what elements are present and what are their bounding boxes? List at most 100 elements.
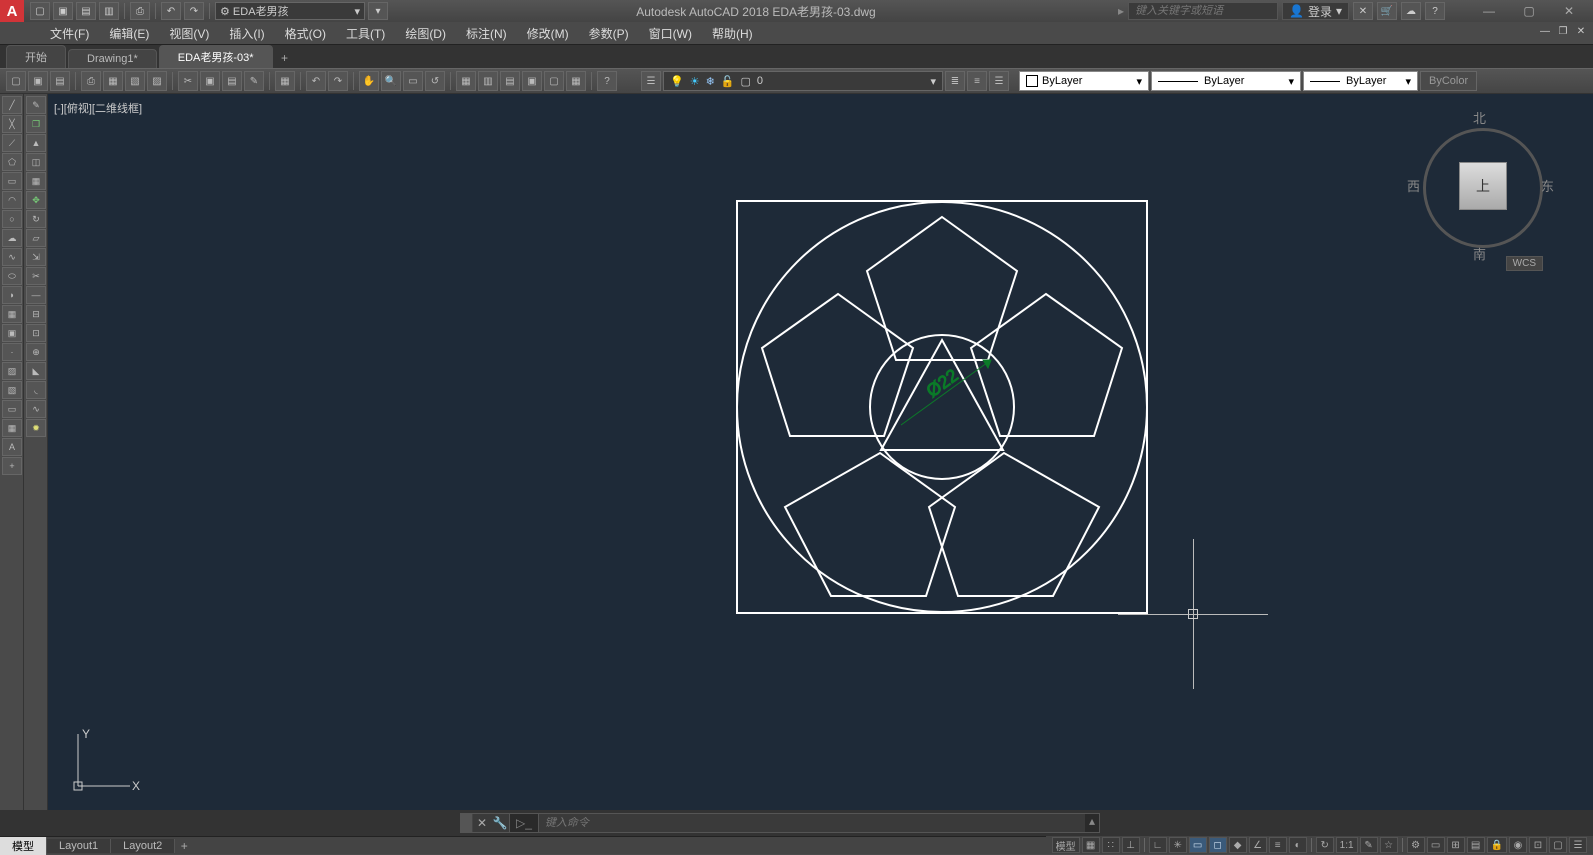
workspace-select[interactable]: ⚙ EDA老男孩▾ [215, 2, 365, 20]
polyline-icon[interactable]: ⟋ [2, 134, 22, 152]
open-icon[interactable]: ▣ [53, 2, 73, 20]
scale-icon[interactable]: ▱ [26, 229, 46, 247]
command-input[interactable] [539, 817, 1085, 829]
ellipsearc-icon[interactable]: ◗ [2, 286, 22, 304]
menu-view[interactable]: 视图(V) [159, 23, 219, 44]
polygon-icon[interactable]: ⬠ [2, 153, 22, 171]
erase-icon[interactable]: ✎ [26, 96, 46, 114]
region-icon[interactable]: ▭ [2, 400, 22, 418]
doc-restore-button[interactable]: ❐ [1555, 26, 1571, 40]
insert-icon[interactable]: ▦ [2, 305, 22, 323]
point-icon[interactable]: · [2, 343, 22, 361]
line-icon[interactable]: ╱ [2, 96, 22, 114]
block-icon[interactable]: ▣ [2, 324, 22, 342]
fillet-icon[interactable]: ◟ [26, 381, 46, 399]
status-annotation-icon[interactable]: ✎ [1360, 837, 1378, 853]
color-select[interactable]: ByLayer▾ [1019, 71, 1149, 91]
explode-icon[interactable]: ✹ [26, 419, 46, 437]
mtext-icon[interactable]: A [2, 438, 22, 456]
menu-draw[interactable]: 绘图(D) [395, 23, 456, 44]
properties-icon[interactable]: ▦ [456, 71, 476, 91]
cmd-close-icon[interactable]: ✕ [473, 816, 491, 830]
status-hardware-icon[interactable]: ⊡ [1529, 837, 1547, 853]
help-icon[interactable]: ? [1425, 2, 1445, 20]
layer-iso-icon[interactable]: ☰ [989, 71, 1009, 91]
preview-icon[interactable]: ▦ [103, 71, 123, 91]
status-units-icon[interactable]: ⊞ [1447, 837, 1465, 853]
status-isodraft-icon[interactable]: ▭ [1189, 837, 1207, 853]
cart-icon[interactable]: 🛒 [1377, 2, 1397, 20]
menu-modify[interactable]: 修改(M) [517, 23, 579, 44]
login-button[interactable]: 👤 登录 ▾ [1282, 2, 1349, 20]
redo-icon[interactable]: ↷ [184, 2, 204, 20]
maximize-button[interactable]: ▢ [1509, 0, 1549, 22]
layer-prev-icon[interactable]: ≣ [945, 71, 965, 91]
viewcube-top[interactable]: 上 [1459, 162, 1507, 210]
cmd-handle[interactable] [461, 814, 473, 832]
status-model[interactable]: 模型 [1052, 837, 1080, 853]
status-cycle-icon[interactable]: ↻ [1316, 837, 1334, 853]
rectangle-icon[interactable]: ▭ [2, 172, 22, 190]
doc-close-button[interactable]: ✕ [1573, 26, 1589, 40]
status-monitor-icon[interactable]: ▭ [1427, 837, 1445, 853]
status-polar-icon[interactable]: ✳ [1169, 837, 1187, 853]
tab-start[interactable]: 开始 [6, 45, 66, 68]
rotate-icon[interactable]: ↻ [26, 210, 46, 228]
status-lwt-icon[interactable]: ≡ [1269, 837, 1287, 853]
chamfer-icon[interactable]: ◣ [26, 362, 46, 380]
cut-icon[interactable]: ✂ [178, 71, 198, 91]
status-customize-icon[interactable]: ☰ [1569, 837, 1587, 853]
status-cleanscreen-icon[interactable]: ▢ [1549, 837, 1567, 853]
revcloud-icon[interactable]: ☁ [2, 229, 22, 247]
menu-parametric[interactable]: 参数(P) [579, 23, 639, 44]
saveas-icon[interactable]: ▥ [99, 2, 119, 20]
layout-model[interactable]: 模型 [0, 837, 47, 855]
status-infer-icon[interactable]: ⊥ [1122, 837, 1140, 853]
zoom-icon[interactable]: 🔍 [381, 71, 401, 91]
gradient-icon[interactable]: ▧ [2, 381, 22, 399]
status-lockui-icon[interactable]: 🔒 [1487, 837, 1507, 853]
copy2-icon[interactable]: ❐ [26, 115, 46, 133]
status-annovisibility-icon[interactable]: ☆ [1380, 837, 1398, 853]
circle-icon[interactable]: ○ [2, 210, 22, 228]
view-cube[interactable]: 上 北 南 西 东 [1413, 108, 1553, 248]
xline-icon[interactable]: ╳ [2, 115, 22, 133]
exchange-icon[interactable]: ✕ [1353, 2, 1373, 20]
markup-icon[interactable]: ▢ [544, 71, 564, 91]
blend-icon[interactable]: ∿ [26, 400, 46, 418]
join-icon[interactable]: ⊕ [26, 343, 46, 361]
sheetset-icon[interactable]: ▣ [522, 71, 542, 91]
status-transparency-icon[interactable]: ◐ [1289, 837, 1307, 853]
minimize-button[interactable]: — [1469, 0, 1509, 22]
stretch-icon[interactable]: ⇲ [26, 248, 46, 266]
open-file-icon[interactable]: ▣ [28, 71, 48, 91]
menu-help[interactable]: 帮助(H) [702, 23, 763, 44]
menu-insert[interactable]: 插入(I) [219, 23, 274, 44]
doc-minimize-button[interactable]: — [1537, 26, 1553, 40]
menu-edit[interactable]: 编辑(E) [99, 23, 159, 44]
spline-icon[interactable]: ∿ [2, 248, 22, 266]
paste-icon[interactable]: ▤ [222, 71, 242, 91]
close-button[interactable]: ✕ [1549, 0, 1589, 22]
arc-icon[interactable]: ◠ [2, 191, 22, 209]
layout-2[interactable]: Layout2 [111, 839, 175, 853]
status-grid-icon[interactable]: ▦ [1082, 837, 1100, 853]
status-quickprops-icon[interactable]: ▤ [1467, 837, 1485, 853]
redo2-icon[interactable]: ↷ [328, 71, 348, 91]
help2-icon[interactable]: ? [597, 71, 617, 91]
undo-icon[interactable]: ↶ [161, 2, 181, 20]
move-icon[interactable]: ✥ [26, 191, 46, 209]
save-icon[interactable]: ▤ [76, 2, 96, 20]
status-annoscale[interactable]: 1:1 [1336, 837, 1358, 853]
zoomwin-icon[interactable]: ▭ [403, 71, 423, 91]
status-osnap-icon[interactable]: ◻ [1209, 837, 1227, 853]
plot-icon[interactable]: ⎙ [130, 2, 150, 20]
zoomprev-icon[interactable]: ↺ [425, 71, 445, 91]
linetype-select[interactable]: ByLayer▾ [1151, 71, 1301, 91]
cmd-wrench-icon[interactable]: 🔧 [491, 816, 509, 830]
app-logo[interactable]: A [0, 0, 24, 22]
trim-icon[interactable]: ✂ [26, 267, 46, 285]
breakpoint-icon[interactable]: ⊡ [26, 324, 46, 342]
toolpalette-icon[interactable]: ▤ [500, 71, 520, 91]
status-ortho-icon[interactable]: ∟ [1149, 837, 1167, 853]
